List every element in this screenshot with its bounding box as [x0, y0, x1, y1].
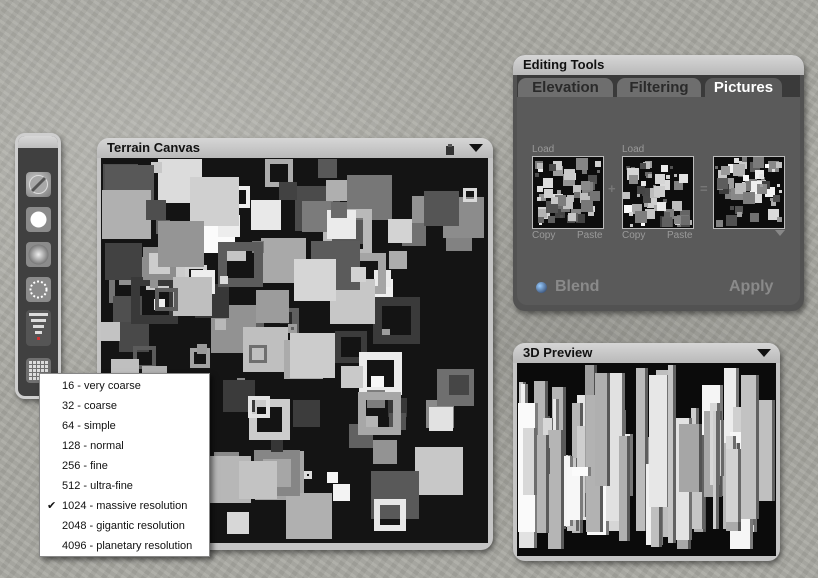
panel-title: Terrain Canvas — [97, 138, 493, 158]
resolution-option[interactable]: 64 - simple — [40, 416, 209, 436]
paste-button[interactable]: Paste — [667, 230, 693, 241]
resolution-option[interactable]: 16 - very coarse — [40, 376, 209, 396]
resolution-option[interactable]: 512 - ultra-fine — [40, 476, 209, 496]
resolution-option[interactable]: ✔ 1024 - massive resolution — [40, 496, 209, 516]
load-button[interactable]: Load — [532, 144, 554, 155]
checkmark-icon: ✔ — [47, 500, 57, 512]
resolution-option[interactable]: 256 - fine — [40, 456, 209, 476]
apply-button[interactable]: Apply — [729, 278, 773, 296]
blend-radio-icon[interactable] — [536, 282, 547, 293]
panel-title: 3D Preview — [513, 343, 780, 363]
soft-circle-icon[interactable] — [26, 242, 51, 267]
resolution-option[interactable]: 2048 - gigantic resolution — [40, 516, 209, 536]
clipboard-icon[interactable] — [444, 142, 456, 155]
resolution-option[interactable]: 32 - coarse — [40, 396, 209, 416]
toolbar-handle[interactable] — [18, 136, 58, 148]
panel-title: Editing Tools — [513, 55, 804, 75]
resolution-option-label: 32 - coarse — [62, 400, 118, 412]
picture-slot-2[interactable] — [622, 156, 694, 229]
resolution-option-label: 128 - normal — [62, 440, 124, 452]
resolution-option-label: 16 - very coarse — [62, 380, 141, 392]
editing-tools-panel: Editing Tools Elevation Filtering Pictur… — [513, 55, 804, 311]
copy-button[interactable]: Copy — [532, 230, 555, 241]
resolution-option[interactable]: 4096 - planetary resolution — [40, 536, 209, 556]
dotted-circle-icon[interactable] — [26, 277, 51, 302]
picture-result[interactable] — [713, 156, 785, 229]
picture-slot-1[interactable] — [532, 156, 604, 229]
blend-toggle[interactable]: Blend — [555, 278, 599, 296]
load-button[interactable]: Load — [622, 144, 644, 155]
resolution-option-label: 512 - ultra-fine — [62, 480, 133, 492]
tab-pictures[interactable]: Pictures — [705, 78, 782, 97]
tab-elevation[interactable]: Elevation — [518, 78, 613, 97]
panel-menu-icon[interactable] — [469, 144, 483, 152]
brush-toolbar — [15, 133, 61, 399]
falloff-icon[interactable] — [26, 310, 51, 346]
resolution-option[interactable]: 128 - normal — [40, 436, 209, 456]
3d-preview-panel: 3D Preview — [513, 343, 780, 561]
resolution-option-label: 256 - fine — [62, 460, 108, 472]
brush-icon[interactable] — [26, 172, 51, 197]
resolution-option-label: 4096 - planetary resolution — [62, 540, 193, 552]
result-menu-icon[interactable] — [775, 230, 785, 236]
paste-button[interactable]: Paste — [577, 230, 603, 241]
tab-filtering[interactable]: Filtering — [617, 78, 701, 97]
resolution-option-label: 1024 - massive resolution — [62, 500, 188, 512]
circle-icon[interactable] — [26, 207, 51, 232]
resolution-option-label: 2048 - gigantic resolution — [62, 520, 185, 532]
resolution-option-label: 64 - simple — [62, 420, 116, 432]
copy-button[interactable]: Copy — [622, 230, 645, 241]
3d-terrain-preview[interactable] — [517, 363, 776, 556]
resolution-menu: 16 - very coarse 32 - coarse 64 - simple 12… — [39, 373, 210, 557]
panel-menu-icon[interactable] — [757, 349, 771, 357]
plus-operator: + — [608, 181, 616, 196]
equals-operator: = — [700, 181, 708, 196]
